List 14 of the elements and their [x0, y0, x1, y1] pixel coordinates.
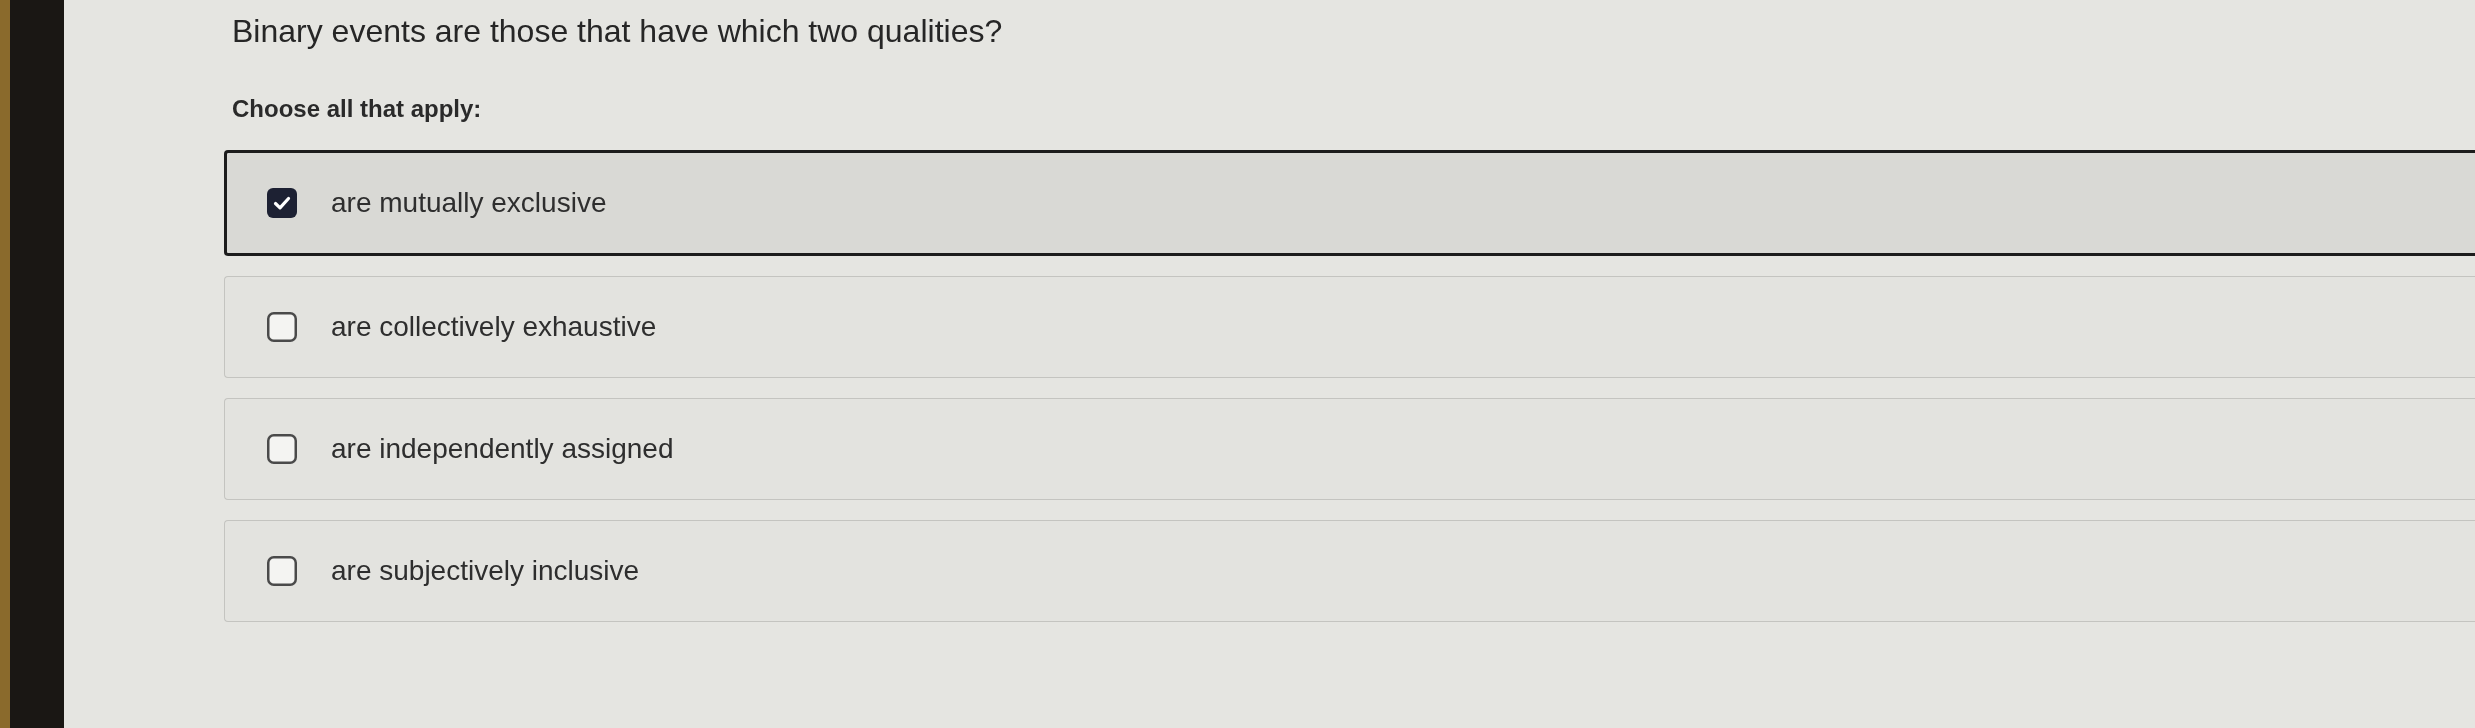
checked-checkbox-icon[interactable]: [267, 188, 297, 218]
answer-option[interactable]: are collectively exhaustive: [224, 276, 2475, 378]
checkbox-icon[interactable]: [267, 556, 297, 586]
checkbox-icon[interactable]: [267, 434, 297, 464]
answer-option[interactable]: are subjectively inclusive: [224, 520, 2475, 622]
option-label: are collectively exhaustive: [331, 310, 657, 344]
option-label: are independently assigned: [331, 432, 674, 466]
option-label: are mutually exclusive: [331, 186, 607, 220]
answer-option[interactable]: are mutually exclusive: [224, 150, 2475, 256]
question-text: Binary events are those that have which two qualities?: [232, 12, 1003, 51]
instruction-text: Choose all that apply:: [232, 94, 482, 124]
checkbox-icon[interactable]: [267, 312, 297, 342]
option-label: are subjectively inclusive: [331, 554, 640, 588]
answer-option[interactable]: are independently assigned: [224, 398, 2475, 500]
